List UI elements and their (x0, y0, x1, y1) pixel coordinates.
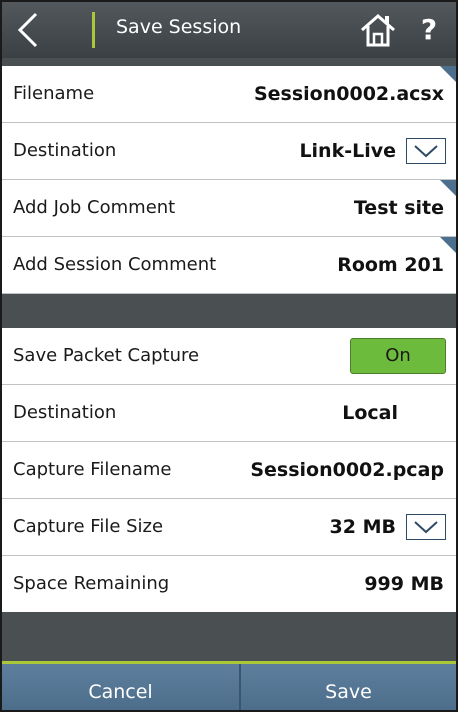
chevron-left-icon (17, 12, 38, 48)
chevron-down-icon (414, 145, 438, 158)
job-comment-value: Test site (353, 197, 444, 219)
capture-file-size-dropdown-button[interactable] (406, 514, 446, 540)
space-remaining-row: Space Remaining 999 MB (2, 556, 456, 613)
back-button[interactable] (16, 10, 76, 50)
capture-filename-row: Capture Filename Session0002.pcap (2, 442, 456, 499)
destination-value: Link-Live (299, 140, 396, 162)
save-packet-capture-label: Save Packet Capture (13, 345, 200, 366)
section-band-bottom (2, 612, 456, 661)
capture-file-size-label: Capture File Size (13, 516, 164, 537)
chevron-down-icon (414, 521, 438, 534)
home-button[interactable] (358, 12, 398, 48)
destination-label: Destination (13, 140, 117, 161)
cancel-button[interactable]: Cancel (2, 664, 239, 710)
edit-corner-icon (440, 180, 456, 196)
destination-row[interactable]: Destination Link-Live (2, 123, 456, 180)
capture-filename-label: Capture Filename (13, 459, 172, 480)
section-band-middle (2, 294, 456, 328)
edit-corner-icon (440, 66, 456, 82)
save-button[interactable]: Save (241, 664, 456, 710)
filename-value: Session0002.acsx (253, 83, 444, 105)
capture-file-size-row[interactable]: Capture File Size 32 MB (2, 499, 456, 556)
space-remaining-value: 999 MB (364, 573, 444, 595)
help-button[interactable]: ? (414, 8, 444, 52)
save-packet-capture-row: Save Packet Capture On (2, 328, 456, 385)
session-comment-value: Room 201 (337, 254, 444, 276)
save-packet-capture-toggle[interactable]: On (350, 338, 446, 374)
destination-dropdown-button[interactable] (406, 138, 446, 164)
home-icon (361, 14, 395, 47)
session-comment-row[interactable]: Add Session Comment Room 201 (2, 237, 456, 294)
filename-label: Filename (13, 83, 95, 104)
capture-destination-row: Destination Local (2, 385, 456, 442)
job-comment-row[interactable]: Add Job Comment Test site (2, 180, 456, 237)
section-band-top (2, 58, 456, 66)
edit-corner-icon (440, 237, 456, 253)
session-comment-label: Add Session Comment (13, 254, 217, 275)
capture-file-size-value: 32 MB (329, 516, 396, 538)
page-title: Save Session (116, 16, 242, 38)
header-bar: Save Session ? (2, 2, 456, 58)
capture-destination-label: Destination (13, 402, 117, 423)
capture-destination-value: Local (342, 402, 398, 424)
capture-filename-value: Session0002.pcap (250, 459, 444, 481)
space-remaining-label: Space Remaining (13, 573, 170, 594)
job-comment-label: Add Job Comment (13, 197, 176, 218)
title-separator (92, 12, 95, 48)
filename-row[interactable]: Filename Session0002.acsx (2, 66, 456, 123)
app-window: Save Session ? Filename Session0002.acsx… (0, 0, 458, 712)
